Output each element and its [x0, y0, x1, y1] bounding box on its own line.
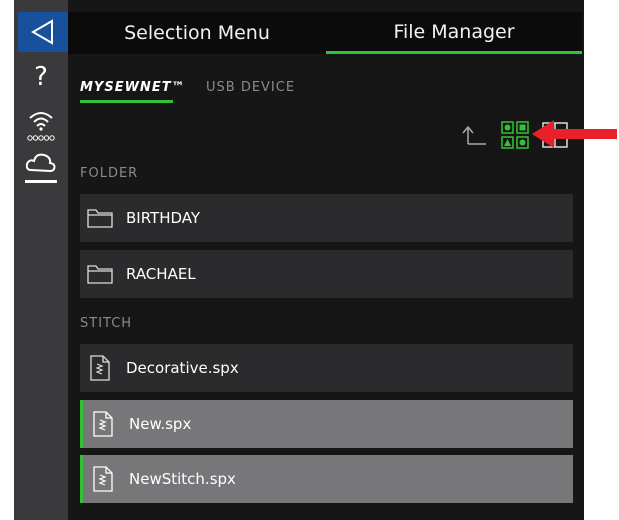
tab-file-manager[interactable]: File Manager: [326, 12, 582, 54]
back-icon: [31, 19, 53, 45]
folder-icon: [86, 260, 114, 288]
folder-section-label: FOLDER: [80, 166, 139, 181]
up-folder-button[interactable]: [458, 120, 492, 150]
screen: ? Selection Menu File Manager MYSEWNET™ …: [14, 0, 584, 520]
folder-label: RACHAEL: [126, 265, 196, 283]
folder-row[interactable]: RACHAEL: [80, 250, 573, 298]
thumbnail-view-button[interactable]: [498, 118, 532, 152]
stitch-file-label: Decorative.spx: [126, 359, 239, 377]
stitch-file-row-selected[interactable]: NewStitch.spx: [80, 455, 573, 503]
up-folder-icon: [462, 125, 486, 145]
stitch-file-icon: [89, 465, 117, 493]
stitch-file-label: New.spx: [129, 415, 192, 433]
wifi-icon: [27, 112, 55, 141]
file-manager-panel: Selection Menu File Manager MYSEWNET™ US…: [68, 0, 584, 520]
cloud-icon: [25, 153, 57, 183]
cloud-button[interactable]: [14, 150, 68, 186]
tab-label: Selection Menu: [124, 22, 270, 44]
stitch-file-icon: [86, 354, 114, 382]
stitch-file-row[interactable]: Decorative.spx: [80, 344, 573, 392]
stitch-file-row-selected[interactable]: New.spx: [80, 400, 573, 448]
tab-label: File Manager: [393, 20, 515, 43]
wifi-button[interactable]: [14, 108, 68, 144]
annotation-arrow-icon: [532, 120, 617, 148]
thumbnail-view-icon: [501, 121, 529, 149]
sidebar: ?: [14, 0, 68, 520]
source-active-indicator: [80, 100, 173, 103]
folder-row[interactable]: BIRTHDAY: [80, 194, 573, 242]
folder-icon: [86, 204, 114, 232]
help-icon: ?: [34, 62, 48, 92]
help-button[interactable]: ?: [14, 62, 68, 92]
source-mysewnet[interactable]: MYSEWNET™: [80, 80, 186, 95]
tab-bar: Selection Menu File Manager: [68, 12, 582, 54]
tab-selection-menu[interactable]: Selection Menu: [68, 12, 326, 54]
folder-label: BIRTHDAY: [126, 209, 201, 227]
source-usb-device[interactable]: USB DEVICE: [206, 80, 295, 95]
stitch-section-label: STITCH: [80, 316, 133, 331]
stitch-file-label: NewStitch.spx: [129, 470, 236, 488]
back-button[interactable]: [18, 12, 68, 52]
stitch-file-icon: [89, 410, 117, 438]
